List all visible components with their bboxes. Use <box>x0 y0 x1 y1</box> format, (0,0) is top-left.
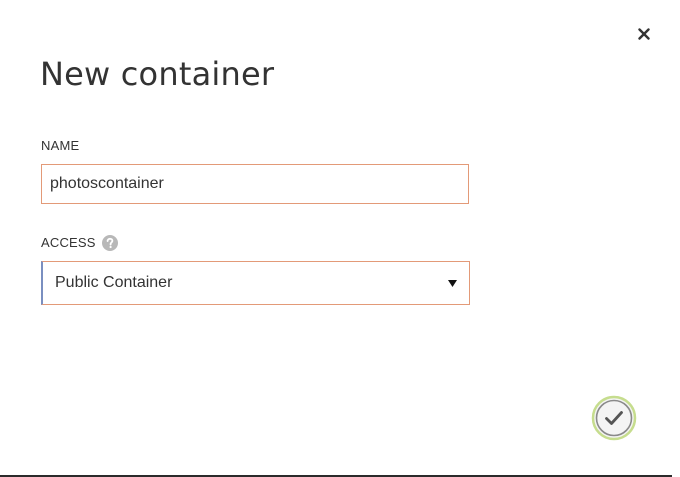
close-icon <box>638 28 650 40</box>
container-name-input[interactable] <box>41 164 469 204</box>
help-icon[interactable] <box>101 235 118 251</box>
access-label-text: ACCESS <box>41 235 96 250</box>
name-label: NAME <box>41 138 79 154</box>
dialog-title: New container <box>40 55 275 93</box>
name-label-text: NAME <box>41 138 80 153</box>
close-button[interactable] <box>634 24 654 44</box>
new-container-dialog: New container NAME ACCESS Public Contain… <box>0 0 680 477</box>
confirm-button[interactable] <box>589 393 639 443</box>
access-label: ACCESS <box>41 235 118 251</box>
dropdown-arrow-icon <box>447 278 457 288</box>
access-select[interactable]: Public Container <box>41 261 470 305</box>
checkmark-circle-icon <box>591 395 637 441</box>
access-select-value: Public Container <box>55 274 173 291</box>
